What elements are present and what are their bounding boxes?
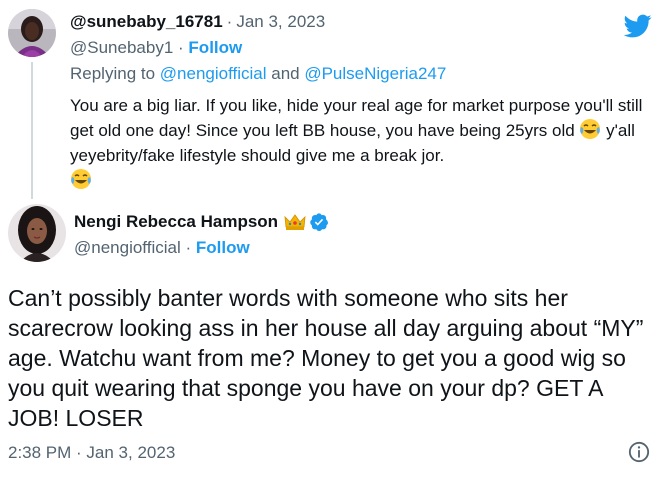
face-with-tears-of-joy-emoji-icon <box>580 119 601 139</box>
tweet-timestamp[interactable]: 2:38 PM · Jan 3, 2023 <box>8 443 175 463</box>
thread-connector-line <box>31 62 33 199</box>
reply-display-name[interactable]: @sunebaby_16781 <box>70 12 223 32</box>
and-word: and <box>266 64 305 83</box>
reply-text-part: You are a big liar. If you like, hide yo… <box>70 96 643 140</box>
separator-dot: · <box>185 238 192 257</box>
reply-date[interactable]: Jan 3, 2023 <box>236 12 325 32</box>
reply-author-avatar[interactable] <box>8 9 56 57</box>
main-tweet-text: Can’t possibly banter words with someone… <box>8 285 644 431</box>
face-with-tears-of-joy-emoji-icon <box>71 169 91 189</box>
reply-header: @sunebaby_16781 · Jan 3, 2023 <box>70 12 325 32</box>
separator-dot: · <box>178 38 184 57</box>
twitter-logo-icon[interactable] <box>624 12 652 40</box>
replying-prefix: Replying to <box>70 64 160 83</box>
reply-handle[interactable]: @Sunebaby1 <box>70 38 173 57</box>
mention-link[interactable]: @PulseNigeria247 <box>304 64 446 83</box>
main-display-name[interactable]: Nengi Rebecca Hampson <box>74 212 278 232</box>
main-handle[interactable]: @nengiofficial <box>74 238 181 257</box>
reply-tweet-text: You are a big liar. If you like, hide yo… <box>70 93 650 193</box>
reply-handle-row: @Sunebaby1 · Follow <box>70 38 242 58</box>
main-author-avatar[interactable] <box>8 204 66 262</box>
main-handle-row: @nengiofficial · Follow <box>74 238 250 258</box>
info-icon[interactable] <box>628 441 650 463</box>
main-follow-button[interactable]: Follow <box>196 238 250 257</box>
replying-to-line: Replying to @nengiofficial and @PulseNig… <box>70 64 446 84</box>
reply-follow-button[interactable]: Follow <box>188 38 242 57</box>
mention-link[interactable]: @nengiofficial <box>160 64 267 83</box>
verified-badge-icon <box>310 213 329 231</box>
crown-icon <box>284 214 306 230</box>
main-header: Nengi Rebecca Hampson <box>74 212 329 232</box>
separator-dot: · <box>226 12 233 31</box>
